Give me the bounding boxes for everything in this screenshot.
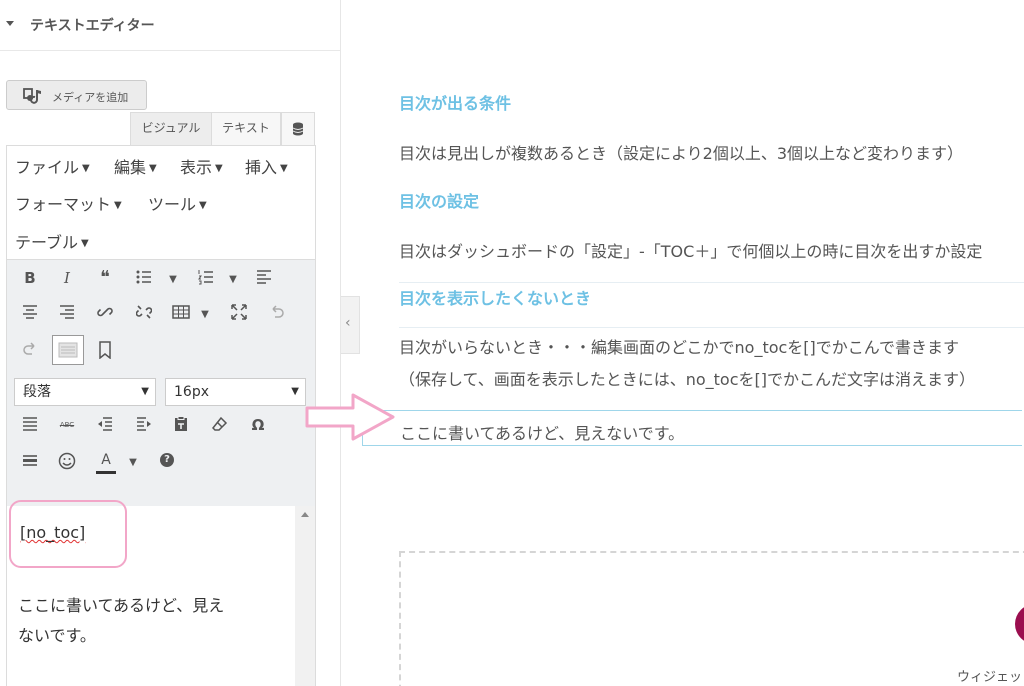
- toolbar-toggle-icon[interactable]: [52, 335, 84, 365]
- widget-drop-area[interactable]: [399, 551, 1024, 686]
- undo-icon[interactable]: [266, 302, 288, 324]
- font-size-select-value: 16px: [174, 384, 209, 400]
- paste-text-icon[interactable]: [170, 414, 192, 436]
- eraser-icon[interactable]: [209, 414, 231, 436]
- font-size-select-arrow-icon: ▼: [291, 386, 299, 397]
- table-icon[interactable]: [170, 302, 192, 324]
- page-preview: 目次が出る条件 目次は見出しが複数あるとき（設定により2個以上、3個以上など変わ…: [361, 0, 1024, 686]
- chevron-left-icon[interactable]: ‹: [345, 315, 351, 331]
- text-color-icon[interactable]: A: [94, 449, 118, 475]
- tab-visual[interactable]: ビジュアル: [130, 112, 212, 145]
- widget-label: ウィジェット: [957, 670, 1024, 685]
- format-select[interactable]: 段落 ▼: [14, 378, 156, 406]
- bookmark-icon[interactable]: [94, 339, 116, 361]
- numbered-list-icon[interactable]: [195, 267, 217, 289]
- outdent-icon[interactable]: [94, 414, 116, 436]
- redo-icon[interactable]: [19, 339, 41, 361]
- selected-element-outline[interactable]: [362, 410, 1022, 446]
- bullet-list-dropdown-icon[interactable]: ▼: [162, 269, 184, 291]
- panel-title: テキストエディター: [30, 18, 155, 34]
- emoji-icon[interactable]: [56, 450, 78, 472]
- tab-database[interactable]: [281, 112, 315, 145]
- editor-scrollbar[interactable]: [295, 506, 315, 686]
- menu-view[interactable]: 表示 ▼: [180, 154, 223, 178]
- preview-divider: [399, 282, 1024, 283]
- align-right-icon[interactable]: [56, 302, 78, 324]
- preview-paragraph: 目次がいらないとき・・・編集画面のどこかでno_tocを[]でかこんで書きます: [399, 338, 959, 357]
- preview-paragraph: 目次はダッシュボードの「設定」-「TOC＋」で何個以上の時に目次を出すか設定: [399, 242, 983, 261]
- menu-insert[interactable]: 挿入 ▼: [245, 154, 288, 178]
- menu-edit[interactable]: 編集 ▼: [114, 154, 157, 178]
- add-media-label: メディアを追加: [52, 91, 129, 104]
- caret-down-icon[interactable]: [6, 21, 14, 26]
- add-media-button[interactable]: メディアを追加: [6, 80, 147, 110]
- preview-paragraph: 目次は見出しが複数あるとき（設定により2個以上、3個以上など変わります）: [399, 144, 964, 163]
- link-icon[interactable]: [94, 302, 116, 324]
- menu-format[interactable]: フォーマット ▼: [15, 191, 122, 215]
- media-icon: [23, 87, 45, 109]
- scroll-up-icon[interactable]: [301, 512, 309, 517]
- preview-heading: 目次が出る条件: [399, 94, 512, 113]
- table-dropdown-icon[interactable]: ▼: [194, 304, 216, 326]
- font-size-select[interactable]: 16px ▼: [165, 378, 306, 406]
- panel-header[interactable]: テキストエディター: [0, 0, 340, 51]
- blockquote-icon[interactable]: ❝: [94, 267, 116, 289]
- tab-text[interactable]: テキスト: [211, 112, 281, 145]
- italic-icon[interactable]: I: [56, 267, 78, 289]
- menu-file[interactable]: ファイル ▼: [15, 154, 90, 178]
- align-center-icon[interactable]: [19, 302, 41, 324]
- format-select-arrow-icon: ▼: [141, 386, 149, 397]
- indent-icon[interactable]: [133, 414, 155, 436]
- bold-icon[interactable]: B: [19, 267, 41, 289]
- pink-arrow-icon: [305, 392, 397, 446]
- align-left-icon[interactable]: [253, 267, 275, 289]
- help-icon[interactable]: ?: [160, 453, 174, 467]
- preview-divider: [399, 327, 1024, 328]
- text-color-dropdown-icon[interactable]: ▼: [122, 452, 144, 474]
- fullscreen-icon[interactable]: [228, 302, 250, 324]
- horizontal-rule-icon[interactable]: [19, 450, 41, 472]
- database-icon: [292, 122, 304, 136]
- bullet-list-icon[interactable]: [133, 267, 155, 289]
- editor-text-line: ここに書いてあるけど、見え: [18, 596, 225, 615]
- format-select-value: 段落: [23, 384, 51, 400]
- numbered-list-dropdown-icon[interactable]: ▼: [222, 269, 244, 291]
- preview-heading: 目次を表示したくないとき: [399, 289, 592, 308]
- menu-table[interactable]: テーブル ▼: [15, 229, 89, 253]
- strikethrough-icon[interactable]: ABC: [56, 414, 78, 436]
- unlink-icon[interactable]: [133, 302, 155, 324]
- pink-highlight-box: [9, 500, 127, 568]
- editor-text-line: ないです。: [18, 626, 96, 645]
- preview-heading: 目次の設定: [399, 192, 480, 211]
- omega-icon[interactable]: Ω: [247, 414, 269, 436]
- menu-tools[interactable]: ツール ▼: [148, 191, 207, 215]
- justify-icon[interactable]: [19, 414, 41, 436]
- preview-paragraph: （保存して、画面を表示したときには、no_tocを[]でかこんだ文字は消えます）: [399, 370, 975, 389]
